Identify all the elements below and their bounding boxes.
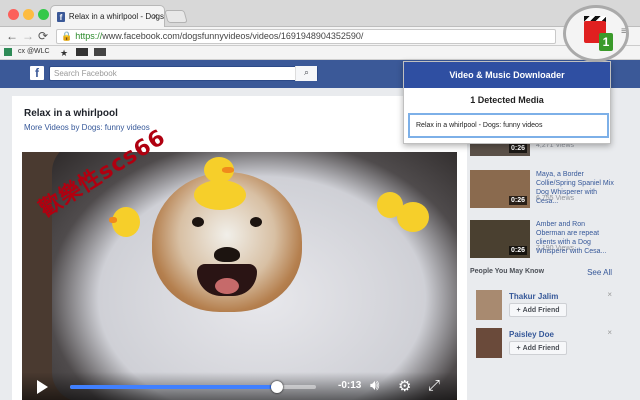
video-controls: -0:13 🔊︎ ⚙ ⤢ xyxy=(22,372,457,400)
url-input[interactable]: 🔒 https://www.facebook.com/dogsfunnyvideo… xyxy=(56,29,556,44)
search-icon[interactable]: ⌕ xyxy=(295,66,317,81)
bookmark-icon[interactable] xyxy=(76,48,88,56)
video-duration: 0:26 xyxy=(508,246,527,255)
rubber-duck-image xyxy=(109,207,140,237)
facebook-logo-icon[interactable]: f xyxy=(30,66,44,80)
detected-count: 1 Detected Media xyxy=(470,95,544,105)
video-seek-bar[interactable] xyxy=(70,381,316,393)
video-views: 6,755 Views xyxy=(536,195,575,202)
url-path: /dogsfunnyvideos/videos/1691948904352590… xyxy=(179,31,364,41)
person-name[interactable]: Paisley Doe xyxy=(509,330,554,339)
volume-icon[interactable]: 🔊︎ xyxy=(370,377,379,394)
video-duration: 0:26 xyxy=(508,144,527,153)
search-placeholder: Search Facebook xyxy=(54,69,117,78)
add-friend-button[interactable]: + Add Friend xyxy=(509,341,567,355)
video-thumbnail[interactable]: 0:26 xyxy=(470,170,530,208)
media-count-badge: 1 xyxy=(599,33,613,51)
avatar[interactable] xyxy=(476,328,502,358)
settings-gear-icon[interactable]: ⚙ xyxy=(398,377,411,395)
browser-tab-bar: f Relax in a whirlpool - Dogs × xyxy=(0,0,640,27)
menu-icon[interactable]: ≡ xyxy=(621,27,626,37)
related-video-item[interactable]: 0:26 Amber and Ron Oberman are repeat cl… xyxy=(470,220,615,260)
extension-popup: Video & Music Downloader 1 Detected Medi… xyxy=(403,61,611,144)
person-suggestion: Paisley Doe + Add Friend × xyxy=(476,328,616,362)
play-icon[interactable] xyxy=(37,380,48,394)
url-host: www.facebook.com xyxy=(102,31,180,41)
bookmarks-bar: cx @WLC ★ xyxy=(0,46,640,60)
add-friend-label: Add Friend xyxy=(522,344,560,352)
video-views: 7,190 Views xyxy=(536,245,575,252)
see-all-link[interactable]: See All xyxy=(587,268,612,277)
dismiss-icon[interactable]: × xyxy=(607,328,612,337)
pymk-title: People You May Know xyxy=(470,268,545,275)
lock-icon: 🔒 xyxy=(61,31,73,41)
extension-button[interactable]: 1 ≡ xyxy=(563,5,629,62)
maximize-window-button[interactable] xyxy=(38,9,49,20)
bookmark-icon[interactable] xyxy=(94,48,106,56)
related-video-item[interactable]: 0:26 Maya, a Border Collie/Spring Spanie… xyxy=(470,170,615,210)
time-remaining: -0:13 xyxy=(338,380,362,391)
rubber-duck-image xyxy=(194,180,246,210)
bookmark-item[interactable]: cx @WLC xyxy=(18,48,50,55)
avatar[interactable] xyxy=(476,290,502,320)
person-suggestion: Thakur Jalim + Add Friend × xyxy=(476,290,616,324)
url-scheme: https:// xyxy=(75,31,103,41)
facebook-favicon-icon: f xyxy=(57,11,65,22)
video-card: Relax in a whirlpool More Videos by Dogs… xyxy=(12,96,467,400)
add-friend-icon: + xyxy=(516,344,521,352)
fullscreen-icon[interactable]: ⤢ xyxy=(428,377,440,394)
detected-media-item[interactable]: Relax in a whirlpool - Dogs: funny video… xyxy=(408,113,609,138)
rubber-duck-image xyxy=(397,202,429,232)
forward-arrow-icon[interactable]: → xyxy=(22,29,34,43)
apps-grid-icon[interactable] xyxy=(4,48,12,56)
people-you-may-know-heading: People You May Know See All xyxy=(470,268,615,277)
video-title: Relax in a whirlpool xyxy=(24,108,118,119)
seek-bar-fill xyxy=(70,385,277,389)
add-friend-label: Add Friend xyxy=(522,306,560,314)
browser-tab[interactable]: f Relax in a whirlpool - Dogs × xyxy=(50,5,165,27)
add-friend-button[interactable]: + Add Friend xyxy=(509,303,567,317)
seek-handle[interactable] xyxy=(270,381,283,393)
video-thumbnail[interactable]: 0:26 xyxy=(470,220,530,258)
more-videos-link[interactable]: More Videos by Dogs: funny videos xyxy=(24,123,150,132)
minimize-window-button[interactable] xyxy=(23,9,34,20)
back-arrow-icon[interactable]: ← xyxy=(6,29,18,43)
new-tab-button[interactable] xyxy=(164,10,188,23)
add-friend-icon: + xyxy=(516,306,521,314)
tab-title: Relax in a whirlpool - Dogs xyxy=(68,12,164,21)
address-bar-row: ← → ⟳ 🔒 https://www.facebook.com/dogsfunn… xyxy=(0,27,640,46)
dismiss-icon[interactable]: × xyxy=(607,290,612,299)
star-icon[interactable]: ★ xyxy=(60,48,68,59)
popup-title: Video & Music Downloader xyxy=(404,62,610,88)
tab-close-icon[interactable]: × xyxy=(153,11,158,21)
facebook-search-input[interactable]: Search Facebook ⌕ xyxy=(49,66,318,81)
video-duration: 0:26 xyxy=(508,196,527,205)
close-window-button[interactable] xyxy=(8,9,19,20)
reload-icon[interactable]: ⟳ xyxy=(38,29,48,43)
person-name[interactable]: Thakur Jalim xyxy=(509,292,558,301)
